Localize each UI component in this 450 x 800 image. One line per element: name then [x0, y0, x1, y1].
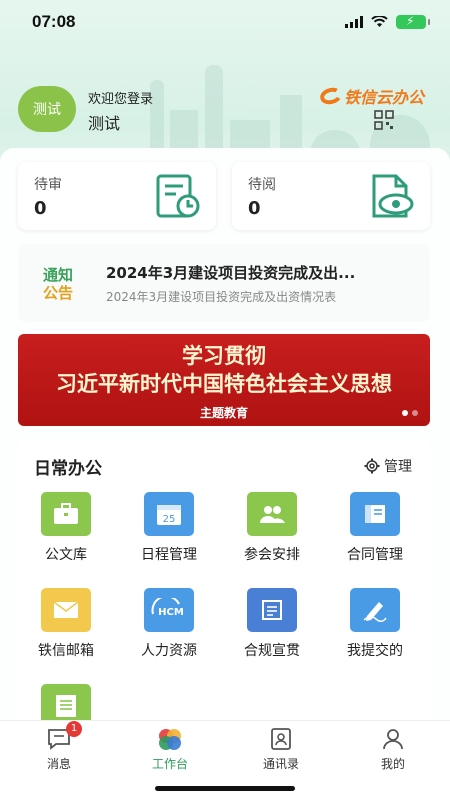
- manage-button[interactable]: 管理: [364, 456, 412, 476]
- task-title: 待阅: [248, 177, 276, 193]
- carousel-dots: [402, 410, 418, 416]
- app-label: 公文库: [45, 547, 87, 563]
- app-mail[interactable]: 铁信邮箱: [18, 588, 114, 660]
- home-indicator[interactable]: [155, 786, 295, 791]
- tab-label: 通讯录: [262, 757, 299, 771]
- signal-icon: [345, 16, 363, 28]
- app-label: 合同管理: [347, 547, 403, 563]
- app-meeting[interactable]: 参会安排: [224, 492, 320, 564]
- pen-icon: [350, 588, 400, 632]
- app-my-submissions[interactable]: 我提交的: [327, 588, 423, 660]
- charging-icon: ⚡: [406, 14, 415, 28]
- gear-icon: [364, 458, 380, 474]
- message-icon: 1: [46, 721, 82, 751]
- tab-label: 工作台: [151, 757, 188, 771]
- notice-badge-line2: 公告: [42, 284, 73, 302]
- app-label: 合规宣贯: [244, 643, 300, 659]
- people-icon: [247, 492, 297, 536]
- promo-banner[interactable]: 学习贯彻 习近平新时代中国特色社会主义思想 主题教育: [18, 334, 430, 426]
- app-compliance[interactable]: 合规宣贯: [224, 588, 320, 660]
- carousel-dot[interactable]: [402, 410, 408, 416]
- brand-name: 铁信云办公: [344, 88, 425, 107]
- notice-title: 2024年3月建设项目投资完成及出...: [106, 264, 356, 282]
- svg-text:25: 25: [163, 514, 176, 525]
- battery-icon: ⚡: [396, 14, 430, 29]
- app-contract[interactable]: 合同管理: [327, 492, 423, 564]
- daily-office-section: 日常办公 管理 公文库 25 日程管理 参会安排 合同管理 铁信邮箱 HCM 人…: [18, 438, 430, 728]
- pending-review-card[interactable]: 待审 0: [18, 162, 216, 230]
- wifi-icon: [371, 16, 388, 27]
- welcome-text: 欢迎您登录: [88, 92, 154, 107]
- brand-mark-icon: [318, 85, 344, 107]
- unread-badge: 1: [66, 721, 82, 737]
- notice-subtitle: 2024年3月建设项目投资完成及出资情况表: [106, 290, 337, 304]
- task-count: 0: [248, 198, 261, 219]
- banner-line3: 主题教育: [199, 406, 248, 420]
- status-time: 07:08: [32, 12, 76, 31]
- section-title: 日常办公: [34, 459, 102, 479]
- pending-read-card[interactable]: 待阅 0: [232, 162, 430, 230]
- status-bar: 07:08 ⚡: [0, 0, 450, 44]
- app-label: 日程管理: [141, 547, 197, 563]
- notice-badge: 通知 公告: [38, 266, 78, 302]
- app-label: 人力资源: [141, 643, 197, 659]
- app-hr[interactable]: HCM 人力资源: [121, 588, 217, 660]
- mail-icon: [41, 588, 91, 632]
- tab-messages[interactable]: 1 消息: [14, 721, 104, 772]
- manage-label: 管理: [384, 459, 412, 475]
- app-label: 铁信邮箱: [38, 643, 94, 659]
- status-icons: ⚡: [345, 14, 430, 29]
- task-count: 0: [34, 198, 47, 219]
- document-icon: [247, 588, 297, 632]
- banner-line1: 学习贯彻: [182, 344, 266, 368]
- notice-badge-line1: 通知: [42, 266, 73, 284]
- briefcase-icon: [41, 492, 91, 536]
- username: 测试: [88, 114, 121, 133]
- notice-card[interactable]: 通知 公告 2024年3月建设项目投资完成及出... 2024年3月建设项目投资…: [18, 244, 430, 322]
- profile-icon: [380, 727, 406, 751]
- document-clock-icon: [156, 174, 200, 218]
- book-icon: [350, 492, 400, 536]
- tab-label: 我的: [380, 757, 405, 771]
- tab-me[interactable]: 我的: [348, 727, 438, 772]
- banner-line2: 习近平新时代中国特色社会主义思想: [56, 372, 392, 396]
- contacts-icon: [268, 727, 294, 751]
- document-eye-icon: [372, 174, 414, 218]
- app-schedule[interactable]: 25 日程管理: [121, 492, 217, 564]
- tab-workbench[interactable]: 工作台: [125, 727, 215, 772]
- app-label: 参会安排: [244, 547, 300, 563]
- hcm-icon: HCM: [144, 588, 194, 632]
- svg-text:HCM: HCM: [158, 607, 184, 618]
- app-document-library[interactable]: 公文库: [18, 492, 114, 564]
- carousel-dot[interactable]: [412, 410, 418, 416]
- tab-contacts[interactable]: 通讯录: [236, 727, 326, 772]
- workbench-icon: [157, 727, 183, 751]
- calendar-icon: 25: [144, 492, 194, 536]
- avatar[interactable]: 测试: [18, 86, 76, 132]
- brand-logo: 铁信云办公: [318, 84, 425, 108]
- task-title: 待审: [34, 177, 62, 193]
- qr-code-icon[interactable]: [374, 110, 394, 130]
- app-label: 我提交的: [347, 643, 403, 659]
- tab-label: 消息: [46, 757, 71, 771]
